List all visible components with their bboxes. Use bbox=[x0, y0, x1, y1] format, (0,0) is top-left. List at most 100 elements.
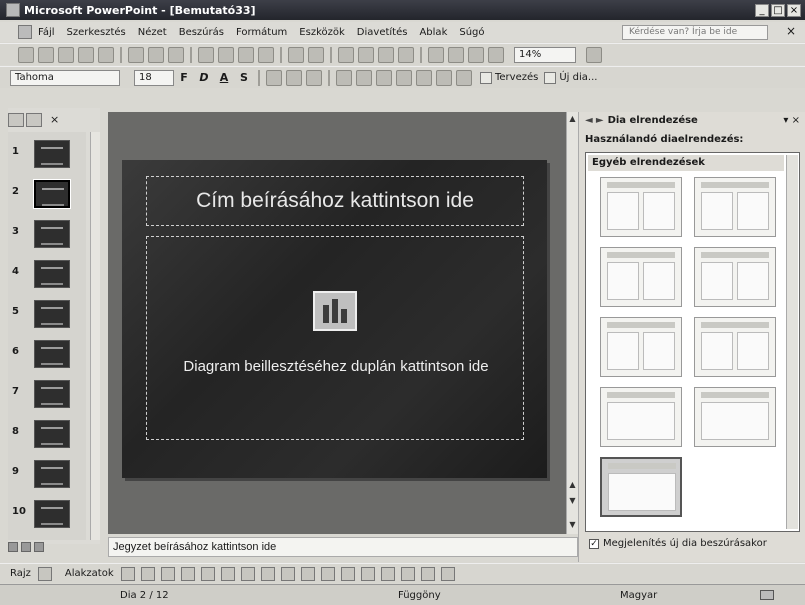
slide-thumbnail[interactable]: 6 bbox=[8, 336, 86, 374]
slide-thumbnail[interactable]: 7 bbox=[8, 376, 86, 414]
layout-clipart-text[interactable] bbox=[694, 177, 776, 237]
checkbox-checked-icon[interactable]: ✓ bbox=[589, 538, 599, 549]
slideshow-icon[interactable] bbox=[34, 542, 44, 552]
spelling-icon[interactable] bbox=[168, 46, 184, 63]
slide-thumbnail[interactable]: 8 bbox=[8, 416, 86, 454]
clipart-icon[interactable] bbox=[260, 566, 275, 581]
slide-thumbnail[interactable]: 1 bbox=[8, 136, 86, 174]
chart-icon[interactable] bbox=[313, 291, 357, 331]
textbox-icon[interactable] bbox=[200, 566, 215, 581]
3d-style-icon[interactable] bbox=[440, 566, 455, 581]
layout-media-text[interactable] bbox=[694, 317, 776, 377]
wordart-icon[interactable] bbox=[220, 566, 235, 581]
slide-thumbnail[interactable]: 5 bbox=[8, 296, 86, 334]
notes-pane[interactable]: Jegyzet beírásához kattintson ide bbox=[108, 537, 578, 557]
bold-button[interactable]: F bbox=[176, 71, 192, 84]
line-color-icon[interactable] bbox=[320, 566, 335, 581]
font-color-icon[interactable] bbox=[340, 566, 355, 581]
document-icon[interactable] bbox=[18, 25, 32, 39]
fill-color-icon[interactable] bbox=[300, 566, 315, 581]
taskpane-close-icon[interactable]: ▾ × bbox=[783, 115, 800, 126]
open-icon[interactable] bbox=[38, 46, 54, 63]
slide-thumbnail[interactable]: 3 bbox=[8, 216, 86, 254]
numbering-icon[interactable] bbox=[336, 69, 352, 86]
permission-icon[interactable] bbox=[78, 46, 94, 63]
zoom-select[interactable]: 14% bbox=[514, 46, 576, 63]
help-icon[interactable] bbox=[586, 46, 602, 63]
slide-thumbnail[interactable]: 4 bbox=[8, 256, 86, 294]
help-search-input[interactable]: Kérdése van? Írja be ide bbox=[622, 25, 768, 40]
powerpoint-app-icon[interactable] bbox=[6, 3, 20, 17]
increase-indent-icon[interactable] bbox=[436, 69, 452, 86]
diagram-icon[interactable] bbox=[240, 566, 255, 581]
chart-placeholder[interactable]: Diagram beillesztéséhez duplán kattintso… bbox=[146, 236, 524, 440]
decrease-font-icon[interactable] bbox=[396, 69, 412, 86]
oval-icon[interactable] bbox=[180, 566, 195, 581]
menu-window[interactable]: Ablak bbox=[419, 27, 447, 38]
menu-slideshow[interactable]: Diavetítés bbox=[357, 27, 408, 38]
email-icon[interactable] bbox=[98, 46, 114, 63]
maximize-button[interactable]: □ bbox=[771, 3, 785, 17]
align-left-icon[interactable] bbox=[266, 69, 282, 86]
menu-view[interactable]: Nézet bbox=[138, 27, 167, 38]
bullets-icon[interactable] bbox=[356, 69, 372, 86]
close-pane-icon[interactable]: × bbox=[50, 113, 66, 127]
align-right-icon[interactable] bbox=[306, 69, 322, 86]
title-placeholder[interactable]: Cím beírásához kattintson ide bbox=[146, 176, 524, 226]
save-icon[interactable] bbox=[58, 46, 74, 63]
menu-help[interactable]: Súgó bbox=[459, 27, 484, 38]
dash-style-icon[interactable] bbox=[380, 566, 395, 581]
redo-icon[interactable] bbox=[308, 46, 324, 63]
document-close-icon[interactable]: × bbox=[786, 24, 796, 38]
rectangle-icon[interactable] bbox=[160, 566, 175, 581]
insert-chart-icon[interactable] bbox=[338, 46, 354, 63]
underline-button[interactable]: A bbox=[216, 71, 232, 84]
undo-icon[interactable] bbox=[288, 46, 304, 63]
select-pointer-icon[interactable] bbox=[37, 566, 52, 581]
layout-chart-text[interactable] bbox=[694, 247, 776, 307]
increase-font-icon[interactable] bbox=[376, 69, 392, 86]
shadow-style-icon[interactable] bbox=[420, 566, 435, 581]
menu-tools[interactable]: Eszközök bbox=[299, 27, 345, 38]
menu-file[interactable]: Fájl bbox=[38, 27, 55, 38]
decrease-indent-icon[interactable] bbox=[416, 69, 432, 86]
grid-icon[interactable] bbox=[468, 46, 484, 63]
autoshapes-menu[interactable]: Alakzatok bbox=[65, 568, 114, 579]
show-on-insert-checkbox[interactable]: ✓ Megjelenítés új dia beszúrásakor bbox=[589, 538, 767, 549]
tables-borders-icon[interactable] bbox=[378, 46, 394, 63]
menu-insert[interactable]: Beszúrás bbox=[179, 27, 224, 38]
slide-canvas[interactable]: Cím beírásához kattintson ide Diagram be… bbox=[122, 160, 547, 478]
insert-table-icon[interactable] bbox=[358, 46, 374, 63]
new-icon[interactable] bbox=[18, 46, 34, 63]
cut-icon[interactable] bbox=[198, 46, 214, 63]
slides-tab[interactable] bbox=[26, 113, 42, 127]
draw-menu[interactable]: Rajz bbox=[10, 568, 31, 579]
scroll-up-icon[interactable]: ▲ bbox=[568, 114, 577, 124]
design-button[interactable]: Tervezés bbox=[480, 71, 538, 84]
italic-button[interactable]: D bbox=[196, 71, 212, 84]
slide-thumbnail-selected[interactable]: 2 bbox=[8, 176, 86, 214]
layout-scrollbar[interactable] bbox=[786, 155, 798, 529]
expand-all-icon[interactable] bbox=[428, 46, 444, 63]
menu-edit[interactable]: Szerkesztés bbox=[67, 27, 126, 38]
slide-thumbnail[interactable]: 10 bbox=[8, 496, 86, 534]
scroll-down-icon[interactable]: ▼ bbox=[568, 520, 577, 530]
arrow-icon[interactable] bbox=[140, 566, 155, 581]
color-grayscale-icon[interactable] bbox=[488, 46, 504, 63]
next-slide-icon[interactable]: ▼ bbox=[568, 496, 577, 506]
shadow-button[interactable]: S bbox=[236, 71, 252, 84]
layout-chart-selected[interactable] bbox=[600, 457, 682, 517]
arrow-style-icon[interactable] bbox=[400, 566, 415, 581]
slide-scrollbar[interactable]: ▲ ▲ ▼ ▼ bbox=[566, 112, 578, 534]
format-painter-icon[interactable] bbox=[258, 46, 274, 63]
line-icon[interactable] bbox=[120, 566, 135, 581]
minimize-button[interactable]: _ bbox=[755, 3, 769, 17]
copy-icon[interactable] bbox=[218, 46, 234, 63]
print-icon[interactable] bbox=[128, 46, 144, 63]
font-name-select[interactable]: Tahoma bbox=[10, 69, 120, 86]
slides-scrollbar[interactable] bbox=[90, 132, 100, 540]
picture-icon[interactable] bbox=[280, 566, 295, 581]
align-center-icon[interactable] bbox=[286, 69, 302, 86]
layout-org-chart[interactable] bbox=[694, 387, 776, 447]
hyperlink-icon[interactable] bbox=[398, 46, 414, 63]
